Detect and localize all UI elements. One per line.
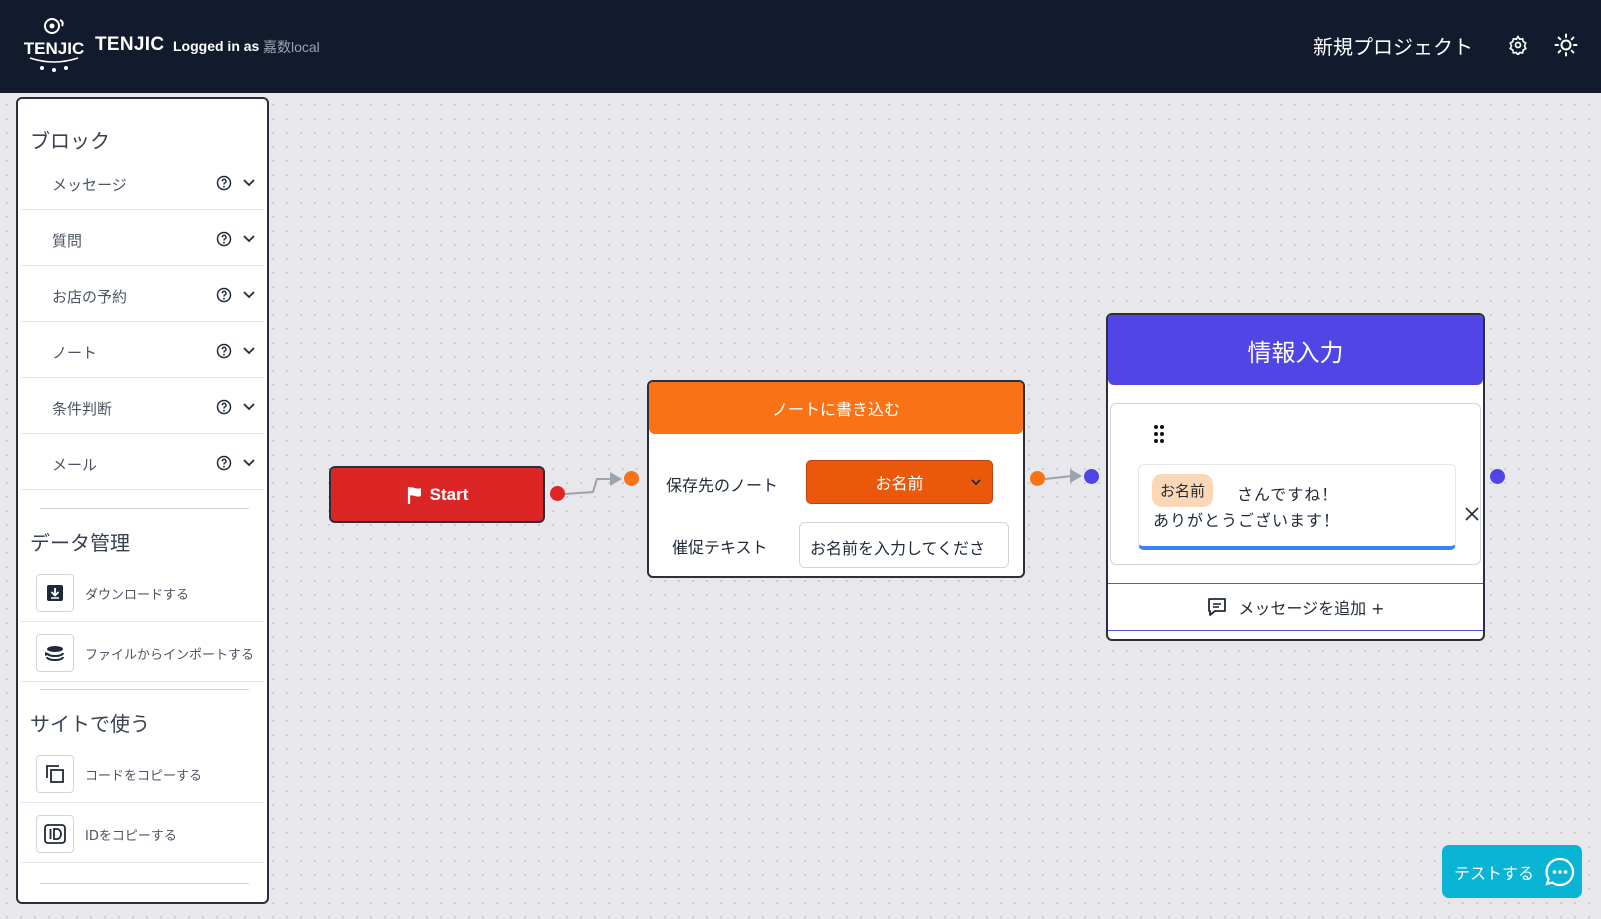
message-text-line2: ありがとうございます！ bbox=[1153, 511, 1341, 530]
info-node-title: 情報入力 bbox=[1108, 315, 1483, 385]
message-text-line1: さんですね！ bbox=[1237, 485, 1339, 504]
note-write-node[interactable]: ノートに書き込む 保存先のノート お名前 催促テキスト お名前を入力してくださ bbox=[647, 380, 1025, 578]
save-destination-value: お名前 bbox=[875, 474, 924, 493]
info-input-node[interactable]: 情報入力 お名前 さんですね！ ありがとうございます！ メッセージを追加 + bbox=[1106, 313, 1485, 641]
prompt-text-input[interactable]: お名前を入力してくださ bbox=[799, 522, 1009, 568]
note-input-handle[interactable] bbox=[624, 471, 639, 486]
chat-message-icon bbox=[1208, 598, 1227, 616]
connector-arrow bbox=[610, 472, 622, 486]
test-button-label: テストする bbox=[1454, 863, 1535, 883]
info-input-handle[interactable] bbox=[1084, 469, 1099, 484]
start-node[interactable]: Start bbox=[329, 466, 545, 523]
chat-bubble-icon bbox=[1545, 857, 1575, 886]
connector-arrow bbox=[1070, 469, 1082, 483]
note-output-handle[interactable] bbox=[1030, 471, 1045, 486]
drag-handle-icon[interactable] bbox=[1153, 424, 1165, 444]
test-button[interactable]: テストする bbox=[1442, 845, 1582, 898]
connector-start-to-note bbox=[564, 478, 615, 495]
message-card[interactable]: お名前 さんですね！ ありがとうございます！ bbox=[1110, 403, 1481, 565]
add-message-label: メッセージを追加 + bbox=[1238, 599, 1385, 618]
save-destination-select[interactable]: お名前 bbox=[806, 460, 993, 504]
variable-chip[interactable]: お名前 bbox=[1152, 474, 1214, 507]
start-node-label: Start bbox=[429, 484, 469, 504]
connector-note-to-info bbox=[1044, 475, 1073, 480]
note-node-title: ノートに書き込む bbox=[649, 382, 1023, 434]
info-output-handle[interactable] bbox=[1490, 469, 1505, 484]
message-editor[interactable]: お名前 さんですね！ ありがとうございます！ bbox=[1138, 464, 1456, 550]
save-destination-label: 保存先のノート bbox=[666, 476, 779, 495]
flag-icon bbox=[407, 486, 421, 504]
close-icon[interactable] bbox=[1465, 507, 1479, 521]
prompt-text-label: 催促テキスト bbox=[672, 538, 768, 557]
chevron-down-icon bbox=[971, 479, 981, 486]
start-output-handle[interactable] bbox=[550, 486, 565, 501]
add-message-button[interactable]: メッセージを追加 + bbox=[1108, 583, 1483, 631]
